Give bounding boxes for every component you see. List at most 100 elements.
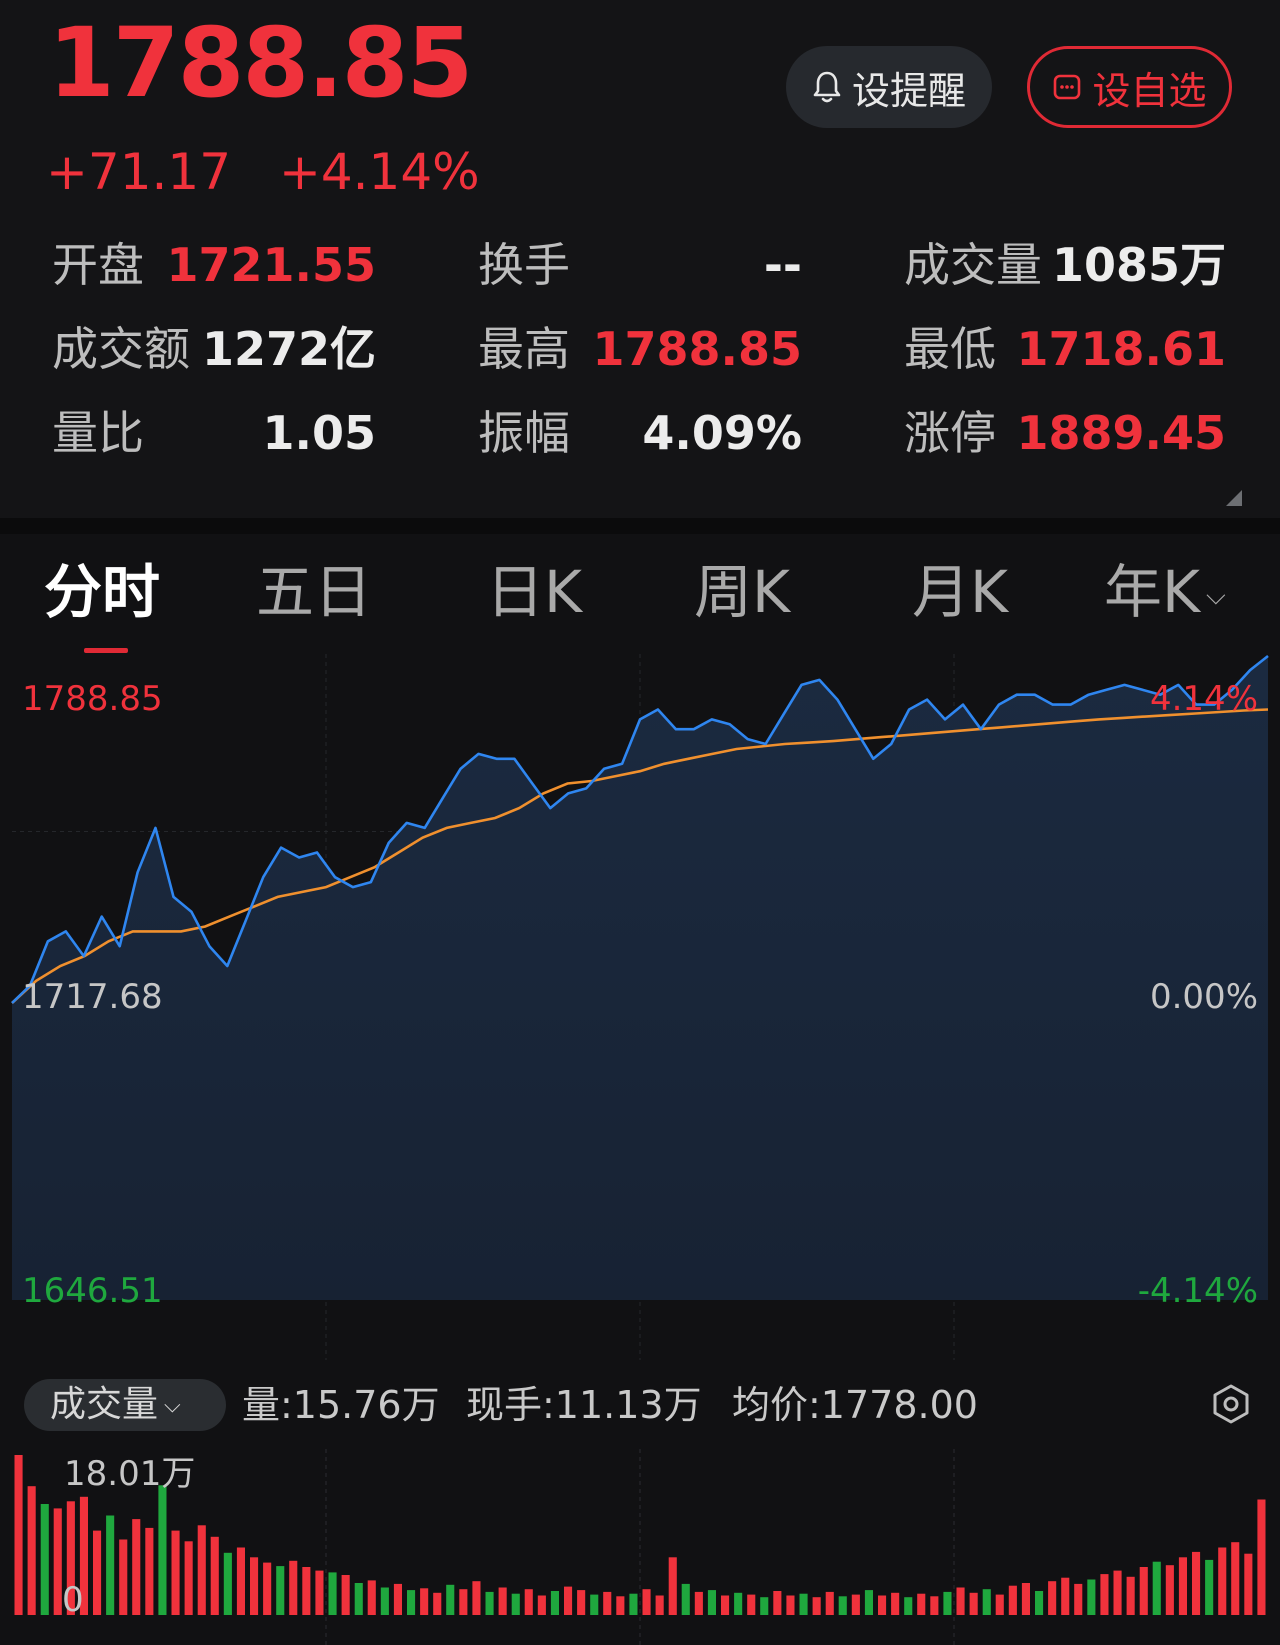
indicator-selector[interactable]: 成交量 ⌵ [24,1379,226,1431]
period-tabs: 分时 五日 日K 周K 月K 年K ⌵ [0,534,1280,654]
tab-five-day[interactable]: 五日 [256,552,372,632]
volume-bar [982,1589,991,1615]
volume-bar [590,1594,599,1615]
stat-value: 4.09% [642,406,802,460]
volume-bar [40,1504,49,1615]
volume-bar [1192,1551,1201,1615]
y-axis-high-label: 1788.85 [22,679,163,719]
volume-bar [1178,1557,1187,1615]
stat-value: 1889.45 [1016,406,1226,460]
settings-icon[interactable] [1210,1383,1252,1425]
stat-label: 开盘 [52,238,144,292]
volume-bar [878,1595,887,1615]
tab-daily-k[interactable]: 日K [486,552,582,632]
volume-bar [1100,1574,1109,1615]
section-divider [0,518,1280,534]
volume-bar [93,1530,102,1615]
stat-value: 1.05 [262,406,377,460]
stat-value: -- [763,238,802,292]
tab-intraday[interactable]: 分时 [44,552,160,632]
volume-bar [472,1581,481,1615]
volume-bar [1074,1583,1083,1615]
price-change-percent: +4.14% [278,143,480,201]
volume-bar [1126,1576,1135,1615]
volume-bar [707,1590,716,1615]
volume-bar [1061,1577,1070,1615]
volume-bar [681,1583,690,1615]
volume-bar [564,1586,573,1615]
volume-bar [328,1572,337,1615]
volume-bar [14,1455,23,1615]
stat-label: 换手 [478,238,570,292]
volume-bar [485,1591,494,1615]
volume-value: 量:15.76万 [242,1383,440,1427]
tab-monthly-k[interactable]: 月K [912,552,1008,632]
volume-chart[interactable]: 18.01万 0 [0,1449,1280,1645]
intraday-price-chart[interactable]: 1788.85 1717.68 1646.51 4.14% 0.00% -4.1… [0,654,1280,1360]
volume-bar [642,1589,651,1615]
volume-bar [616,1596,625,1615]
set-alert-button[interactable]: 设提醒 [786,46,992,128]
volume-bar [27,1486,36,1615]
price-change-row: +71.17 +4.14% [46,140,512,204]
volume-bar [354,1583,363,1615]
volume-bar [289,1560,298,1615]
volume-bar [1152,1561,1161,1615]
set-alert-label: 设提醒 [851,68,966,113]
volume-bar [1035,1591,1044,1615]
price-change: +71.17 [46,143,232,201]
volume-bar [825,1591,834,1615]
chevron-down-icon: ⌵ [1206,580,1226,611]
volume-bar [315,1570,324,1615]
volume-max-label: 18.01万 [64,1454,195,1494]
volume-bar [603,1591,612,1615]
volume-bar [1231,1542,1240,1615]
volume-bar [459,1589,468,1615]
stat-label: 涨停 [904,406,996,460]
y-axis-low-pct-label: -4.14% [1138,1271,1258,1311]
volume-bar [393,1583,402,1615]
add-watchlist-button[interactable]: 设自选 [1027,46,1232,128]
volume-bar [851,1594,860,1615]
stat-value: 1718.61 [1016,322,1226,376]
volume-bar [1113,1570,1122,1615]
volume-bar [407,1590,416,1615]
stat-volume: 成交量 1085万 [904,230,1226,300]
y-axis-zero-pct-label: 0.00% [1150,977,1258,1017]
stat-value: 1788.85 [592,322,802,376]
tab-weekly-k[interactable]: 周K [694,552,790,632]
volume-bar [956,1587,965,1615]
volume-bar [864,1590,873,1615]
volume-bar [786,1595,795,1615]
volume-bar [838,1596,847,1615]
volume-bar [302,1567,311,1615]
tab-yearly-k[interactable]: 年K ⌵ [1104,552,1226,636]
volume-bar [1257,1499,1266,1615]
stat-amplitude: 振幅 4.09% [478,398,802,468]
volume-bar [210,1536,219,1615]
volume-bar [197,1525,206,1615]
expand-corner-icon[interactable] [1226,490,1242,506]
stat-label: 振幅 [478,406,570,460]
volume-bar [891,1592,900,1615]
stat-value: 1272亿 [201,322,376,376]
volume-bar [668,1557,677,1615]
volume-bar [773,1591,782,1615]
volume-bar [446,1584,455,1615]
volume-bar [1139,1567,1148,1615]
volume-bar [53,1508,62,1615]
volume-bar [524,1589,533,1615]
chevron-down-icon: ⌵ [164,1393,181,1418]
stat-label: 成交额 [52,322,190,376]
watchlist-icon [1054,74,1081,100]
indicator-selector-label: 成交量 [50,1384,159,1425]
volume-bar [1205,1559,1214,1615]
volume-bar [969,1592,978,1615]
y-axis-high-pct-label: 4.14% [1150,679,1258,719]
bell-icon [813,71,841,103]
y-axis-low-label: 1646.51 [22,1271,163,1311]
volume-bar [1021,1583,1030,1615]
volume-bar [420,1588,429,1615]
volume-bar [655,1595,664,1615]
last-price: 1788.85 [48,7,473,119]
